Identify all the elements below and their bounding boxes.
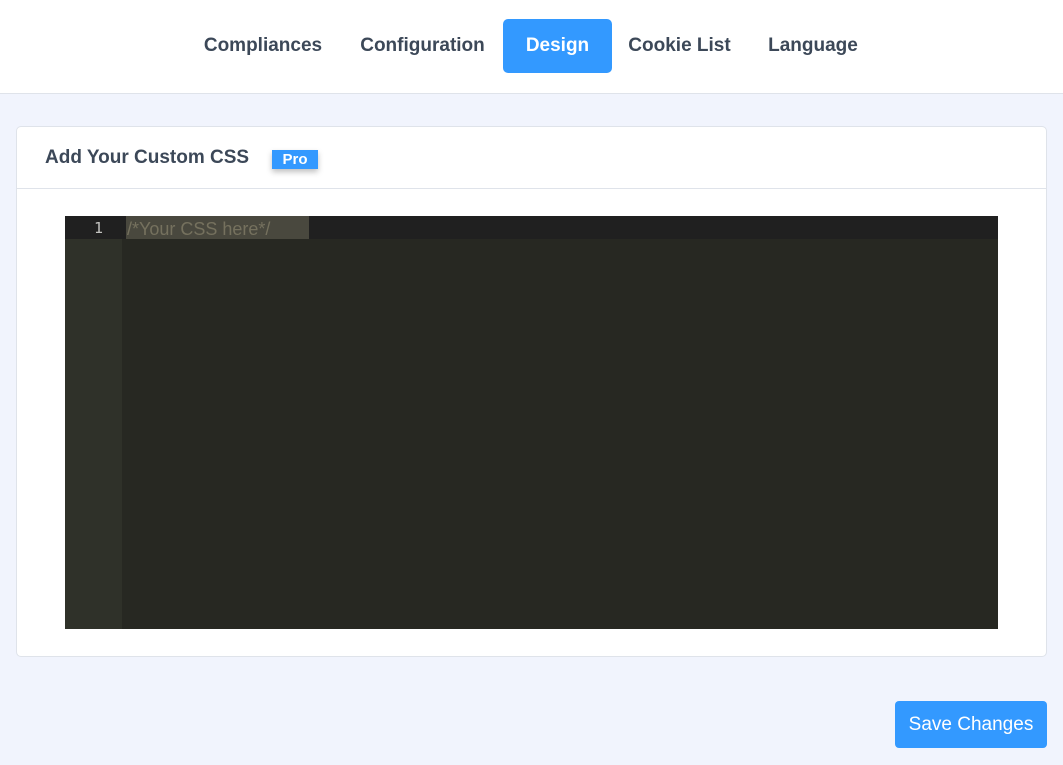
tab-design[interactable]: Design [503,19,612,73]
css-code-editor[interactable]: 1 /*Your CSS here*/ [65,216,998,629]
save-changes-button[interactable]: Save Changes [895,701,1047,748]
tab-cookie-list[interactable]: Cookie List [615,19,744,73]
editor-gutter [65,216,122,629]
tab-configuration[interactable]: Configuration [346,19,499,73]
line-number: 1 [93,219,103,237]
custom-css-card: Add Your Custom CSS Pro 1 /*Your CSS her… [16,126,1047,657]
tab-language[interactable]: Language [756,19,870,73]
pro-badge: Pro [272,150,318,169]
editor-placeholder: /*Your CSS here*/ [127,219,271,239]
top-navigation: Compliances Configuration Design Cookie … [0,0,1063,94]
tab-compliances[interactable]: Compliances [193,19,333,73]
settings-tabs: Compliances Configuration Design Cookie … [0,19,1063,73]
card-title: Add Your Custom CSS [45,147,250,168]
card-header: Add Your Custom CSS Pro [17,127,1046,189]
